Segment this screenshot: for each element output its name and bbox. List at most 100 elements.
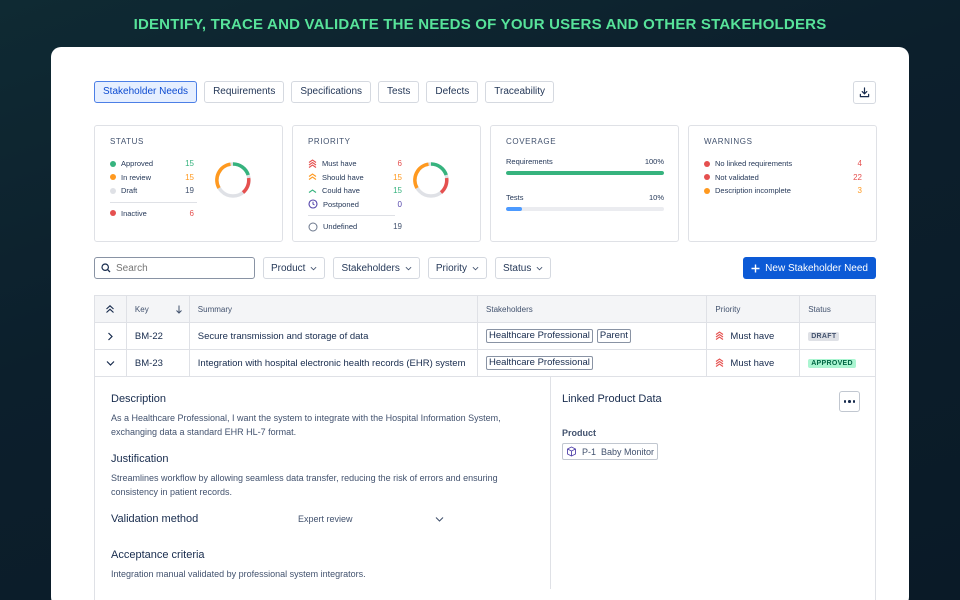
column-header-summary[interactable]: Summary	[188, 296, 479, 322]
status-filter-dropdown[interactable]: Status	[494, 257, 552, 279]
new-stakeholder-need-button[interactable]: New Stakeholder Need	[743, 257, 876, 279]
status-dot	[110, 160, 116, 167]
acceptance-criteria-text[interactable]: Integration manual validated by professi…	[111, 567, 534, 581]
description-text[interactable]: As a Healthcare Professional, I want the…	[111, 411, 534, 439]
chevron-down-icon	[435, 517, 444, 522]
warning-dot	[704, 187, 710, 194]
hero-headline: IDENTIFY, TRACE AND VALIDATE THE NEEDS O…	[133, 16, 827, 33]
tab-specifications[interactable]: Specifications	[291, 81, 372, 103]
row-priority: Must have	[707, 323, 801, 349]
chevron-down-icon	[106, 361, 115, 366]
column-header-key[interactable]: Key	[127, 296, 189, 322]
column-header-priority[interactable]: Priority	[707, 296, 801, 322]
validation-method-value: Expert review	[298, 514, 353, 524]
coverage-bar-tests	[506, 207, 664, 211]
status-count: 19	[185, 186, 194, 196]
priority-label: Must have	[730, 330, 775, 342]
status-count: 15	[185, 159, 194, 169]
download-icon	[859, 87, 870, 98]
coverage-bar-fill	[506, 171, 664, 175]
priority-filter-dropdown[interactable]: Priority	[427, 257, 487, 279]
row-stakeholders: Healthcare Professional	[478, 350, 708, 376]
product-chip[interactable]: P-1 Baby Monitor	[562, 443, 659, 460]
priority-row-undefined[interactable]: Undefined 19	[308, 220, 466, 234]
more-actions-button[interactable]	[839, 391, 860, 412]
coverage-row-tests: Tests 10%	[506, 193, 664, 202]
row-summary[interactable]: Integration with hospital electronic hea…	[188, 350, 479, 376]
plus-icon	[751, 264, 760, 272]
table-row[interactable]: BM-23 Integration with hospital electron…	[95, 350, 875, 377]
validation-method-select[interactable]: Expert review	[298, 514, 444, 524]
collapse-all-button[interactable]	[95, 296, 127, 322]
product-filter-dropdown[interactable]: Product	[263, 257, 326, 279]
donut-segment-should-have	[413, 162, 429, 189]
warning-count: 22	[853, 172, 862, 182]
triple-chevron-up-icon	[308, 159, 317, 168]
status-dot	[110, 174, 116, 181]
priority-donut-chart	[413, 162, 449, 198]
dropdown-label: Priority	[435, 262, 467, 274]
status-donut-chart	[215, 162, 251, 198]
tab-traceability[interactable]: Traceability	[485, 81, 555, 103]
more-dot	[852, 400, 856, 403]
collapse-row-button[interactable]	[95, 350, 127, 376]
tab-defects[interactable]: Defects	[426, 81, 479, 103]
priority-count: 15	[393, 172, 402, 182]
chevron-down-icon	[311, 266, 317, 270]
coverage-panel: COVERAGE Requirements 100% Tests 10%	[490, 125, 679, 242]
donut-segment-approved	[232, 162, 250, 176]
warning-dot	[704, 160, 710, 167]
warnings-panel: WARNINGS No linked requirements 4 Not va…	[688, 125, 877, 242]
validation-method-row: Validation method Expert review	[111, 513, 534, 525]
tab-tests[interactable]: Tests	[378, 81, 420, 103]
priority-count: 19	[393, 222, 402, 232]
stakeholder-tag[interactable]: Healthcare Professional	[486, 356, 593, 370]
status-count: 15	[185, 172, 194, 182]
download-button[interactable]	[853, 81, 876, 104]
priority-label: Could have	[322, 186, 360, 196]
warning-row-not-validated[interactable]: Not validated 22	[704, 171, 862, 185]
column-header-stakeholders[interactable]: Stakeholders	[478, 296, 708, 322]
row-key[interactable]: BM-22	[127, 323, 189, 349]
status-label: Approved	[121, 159, 154, 169]
tab-stakeholder-needs[interactable]: Stakeholder Needs	[94, 81, 198, 103]
column-header-status[interactable]: Status	[800, 296, 875, 322]
status-dot	[110, 210, 116, 217]
search-icon	[101, 263, 111, 273]
warning-label: Not validated	[715, 172, 759, 182]
stakeholders-filter-dropdown[interactable]: Stakeholders	[333, 257, 420, 279]
expand-row-button[interactable]	[95, 323, 127, 349]
status-row-inactive[interactable]: Inactive 6	[110, 207, 268, 221]
warning-count: 3	[857, 186, 862, 196]
divider	[308, 215, 395, 216]
stakeholder-tag[interactable]: Healthcare Professional	[486, 329, 593, 343]
row-summary[interactable]: Secure transmission and storage of data	[188, 323, 479, 349]
warnings-panel-title: WARNINGS	[704, 137, 753, 146]
status-label: Inactive	[121, 208, 147, 218]
search-box[interactable]	[94, 257, 255, 279]
stakeholder-needs-table: Key Summary Stakeholders Priority Status…	[94, 295, 876, 600]
warning-count: 4	[857, 159, 862, 169]
priority-count: 6	[397, 159, 402, 169]
warning-row-no-linked-requirements[interactable]: No linked requirements 4	[704, 157, 862, 171]
double-chevron-up-icon	[308, 173, 317, 181]
product-name: Baby Monitor	[601, 446, 655, 457]
chevron-down-icon	[472, 266, 479, 270]
search-input[interactable]	[116, 262, 246, 274]
row-detail-panel: Description As a Healthcare Professional…	[95, 377, 875, 600]
row-status: DRAFT	[800, 323, 875, 349]
stakeholder-tag[interactable]: Parent	[596, 329, 631, 343]
priority-label: Must have	[322, 159, 357, 169]
summary-panels: STATUS Approved 15 In review 15 Draft 19…	[94, 125, 877, 242]
warning-row-description-incomplete[interactable]: Description incomplete 3	[704, 184, 862, 198]
justification-text[interactable]: Streamlines workflow by allowing seamles…	[111, 471, 534, 499]
more-dot	[843, 400, 847, 403]
tab-requirements[interactable]: Requirements	[204, 81, 285, 103]
coverage-label: Tests	[506, 193, 524, 202]
priority-count: 15	[393, 186, 402, 196]
table-row[interactable]: BM-22 Secure transmission and storage of…	[95, 323, 875, 350]
priority-label: Postponed	[323, 199, 359, 209]
linked-product-data-heading: Linked Product Data	[562, 393, 662, 405]
row-key[interactable]: BM-23	[127, 350, 189, 376]
more-dot	[848, 400, 851, 403]
